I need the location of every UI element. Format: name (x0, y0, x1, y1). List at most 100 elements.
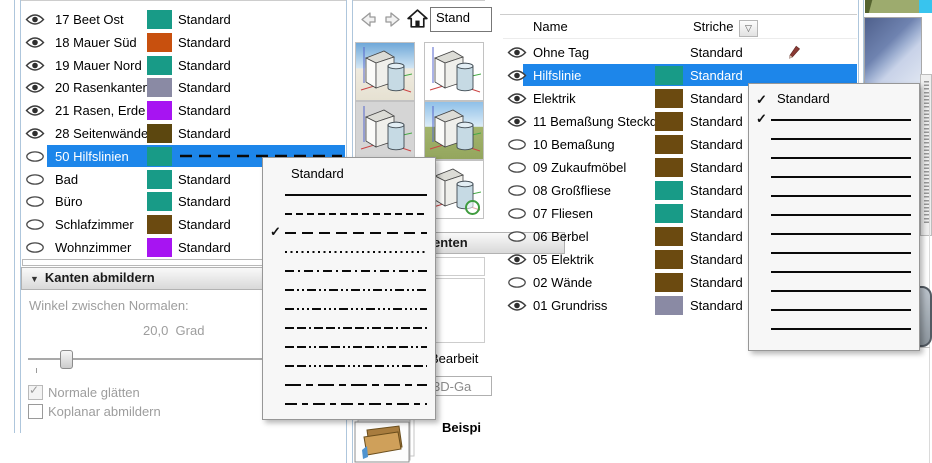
eye-visible-icon[interactable] (25, 104, 45, 117)
samples-folder-thumbnail[interactable] (354, 417, 418, 463)
menu-item-dash-pattern[interactable] (263, 185, 435, 204)
line-style-value[interactable]: Standard (690, 298, 743, 313)
layer-row[interactable]: 18 Mauer SüdStandard (21, 31, 345, 54)
line-style-value[interactable]: Standard (690, 68, 743, 83)
menu-item-dash-pattern[interactable] (263, 261, 435, 280)
color-swatch[interactable] (147, 147, 172, 166)
layer-row[interactable]: 17 Beet OstStandard (21, 8, 345, 31)
line-style-value[interactable]: Standard (690, 137, 743, 152)
eye-hidden-icon[interactable] (25, 150, 45, 163)
layer-row[interactable]: 19 Mauer NordStandard (21, 54, 345, 77)
eye-visible-icon[interactable] (25, 59, 45, 72)
eye-visible-icon[interactable] (25, 13, 45, 26)
line-style-value[interactable]: Standard (690, 45, 743, 60)
color-swatch[interactable] (655, 158, 683, 177)
menu-item-dash-pattern[interactable] (263, 394, 435, 413)
eye-hidden-icon[interactable] (507, 138, 527, 151)
color-swatch[interactable] (655, 296, 683, 315)
layer-row[interactable]: 28 SeitenwändeStandard (21, 122, 345, 145)
menu-item-dash-pattern[interactable]: ✓ (749, 110, 919, 129)
layer-row[interactable]: Ohne TagStandard (503, 41, 857, 64)
soften-coplanar-checkbox[interactable] (28, 404, 43, 419)
menu-item-dash-pattern[interactable] (749, 300, 919, 319)
line-style-value[interactable]: Standard (690, 252, 743, 267)
forward-button[interactable] (381, 8, 405, 31)
menu-item-dash-pattern[interactable] (749, 205, 919, 224)
line-style-value[interactable]: Standard (690, 275, 743, 290)
eye-visible-icon[interactable] (507, 299, 527, 312)
eye-visible-icon[interactable] (507, 253, 527, 266)
line-style-value[interactable]: Standard (690, 206, 743, 221)
material-thumbnail-partial[interactable] (865, 0, 920, 13)
edit-tab-label[interactable]: Bearbeit (430, 351, 478, 366)
color-swatch[interactable] (655, 66, 683, 85)
component-thumbnail[interactable] (355, 42, 415, 101)
menu-item-dash-pattern[interactable] (263, 280, 435, 299)
menu-item-dash-pattern[interactable] (749, 129, 919, 148)
eye-hidden-icon[interactable] (25, 218, 45, 231)
pencil-icon[interactable] (786, 44, 803, 61)
eye-hidden-icon[interactable] (25, 195, 45, 208)
line-style-value[interactable]: Standard (690, 114, 743, 129)
menu-item-dash-pattern[interactable]: ✓ (263, 223, 435, 242)
eye-visible-icon[interactable] (507, 69, 527, 82)
eye-visible-icon[interactable] (507, 46, 527, 59)
menu-item-dash-pattern[interactable] (263, 318, 435, 337)
menu-item-dash-pattern[interactable] (749, 186, 919, 205)
menu-item-standard[interactable]: Standard (263, 163, 435, 185)
menu-item-standard[interactable]: ✓Standard (749, 88, 919, 110)
component-thumbnail[interactable] (424, 101, 484, 160)
eye-visible-icon[interactable] (25, 36, 45, 49)
color-swatch[interactable] (147, 78, 172, 97)
eye-hidden-icon[interactable] (507, 184, 527, 197)
eye-visible-icon[interactable] (507, 115, 527, 128)
eye-hidden-icon[interactable] (25, 173, 45, 186)
menu-item-dash-pattern[interactable] (263, 242, 435, 261)
component-thumbnail[interactable] (424, 42, 484, 101)
menu-item-dash-pattern[interactable] (263, 204, 435, 223)
color-swatch[interactable] (147, 124, 172, 143)
color-swatch[interactable] (147, 170, 172, 189)
eye-hidden-icon[interactable] (25, 241, 45, 254)
color-swatch[interactable] (655, 135, 683, 154)
line-style-value[interactable]: Standard (178, 172, 231, 187)
eye-hidden-icon[interactable] (507, 207, 527, 220)
eye-visible-icon[interactable] (25, 81, 45, 94)
strokes-filter-button[interactable]: ▽ (739, 20, 758, 37)
eye-visible-icon[interactable] (25, 127, 45, 140)
line-style-value[interactable]: Standard (178, 194, 231, 209)
color-swatch[interactable] (655, 273, 683, 292)
color-swatch[interactable] (655, 181, 683, 200)
color-chip-cyan[interactable] (919, 0, 932, 13)
line-style-value[interactable]: Standard (178, 103, 231, 118)
eye-hidden-icon[interactable] (507, 161, 527, 174)
menu-item-dash-pattern[interactable] (263, 299, 435, 318)
color-swatch[interactable] (147, 238, 172, 257)
line-style-value[interactable]: Standard (178, 12, 231, 27)
eye-hidden-icon[interactable] (507, 230, 527, 243)
menu-item-dash-pattern[interactable] (749, 319, 919, 338)
component-thumbnail[interactable] (355, 101, 415, 160)
angle-slider-thumb[interactable] (60, 350, 73, 369)
sky-material-thumbnail[interactable] (864, 17, 922, 92)
column-header-strokes[interactable]: Striche (693, 19, 733, 34)
menu-item-dash-pattern[interactable] (263, 337, 435, 356)
menu-item-dash-pattern[interactable] (749, 148, 919, 167)
menu-item-dash-pattern[interactable] (749, 243, 919, 262)
color-swatch[interactable] (147, 192, 172, 211)
color-swatch[interactable] (655, 89, 683, 108)
color-swatch[interactable] (655, 204, 683, 223)
color-swatch[interactable] (655, 250, 683, 269)
line-style-value[interactable]: Standard (690, 91, 743, 106)
column-header-name[interactable]: Name (533, 19, 568, 34)
color-swatch[interactable] (147, 10, 172, 29)
eye-hidden-icon[interactable] (507, 276, 527, 289)
line-style-value[interactable]: Standard (690, 160, 743, 175)
color-swatch[interactable] (147, 215, 172, 234)
menu-item-dash-pattern[interactable] (749, 262, 919, 281)
vertical-tab-strip[interactable] (920, 74, 932, 236)
menu-item-dash-pattern[interactable] (749, 167, 919, 186)
color-swatch[interactable] (655, 227, 683, 246)
menu-item-dash-pattern[interactable] (749, 224, 919, 243)
line-style-value[interactable]: Standard (690, 183, 743, 198)
